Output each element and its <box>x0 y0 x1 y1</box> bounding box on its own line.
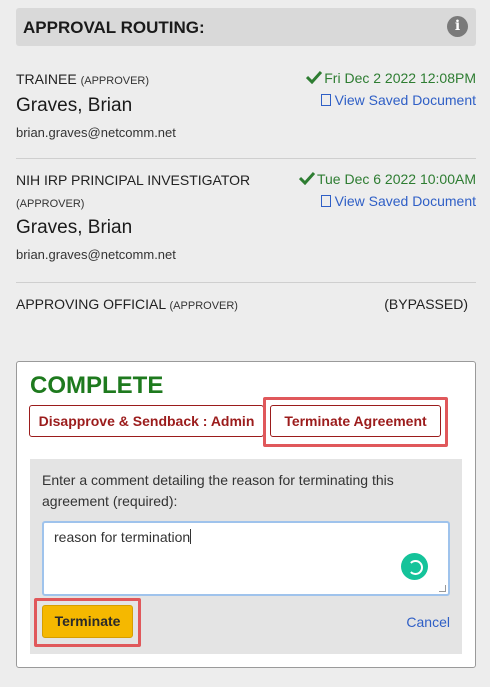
approval-date: Tue Dec 6 2022 10:00AM <box>298 169 476 189</box>
approver-role-tag: (APPROVER) <box>16 198 85 210</box>
approver-name: Graves, Brian <box>16 217 133 238</box>
view-saved-document-link[interactable]: View Saved Document <box>306 92 476 108</box>
approver-role: NIH IRP PRINCIPAL INVESTIGATOR (APPROVER… <box>16 172 251 210</box>
terminate-button[interactable]: Terminate <box>42 605 133 638</box>
resize-handle[interactable] <box>439 585 446 592</box>
divider <box>16 282 476 283</box>
checkmark-icon <box>306 70 323 84</box>
view-saved-document-link[interactable]: View Saved Document <box>299 193 476 209</box>
cancel-link[interactable]: Cancel <box>406 614 450 630</box>
approver-role-tag: (APPROVER) <box>169 300 238 312</box>
bypassed-status: (BYPASSED) <box>384 296 468 312</box>
approver-email: brian.graves@netcomm.net <box>16 125 176 140</box>
disapprove-sendback-button[interactable]: Disapprove & Sendback : Admin <box>29 405 264 437</box>
text-caret <box>190 529 192 544</box>
comment-prompt: Enter a comment detailing the reason for… <box>42 472 394 509</box>
terminate-agreement-button[interactable]: Terminate Agreement <box>270 405 441 437</box>
approver-principal-investigator: NIH IRP PRINCIPAL INVESTIGATOR (APPROVER… <box>16 169 476 262</box>
complete-status-title: COMPLETE <box>30 372 164 399</box>
checkmark-icon <box>298 171 315 185</box>
document-icon <box>320 195 331 207</box>
comment-text: reason for termination <box>54 529 191 545</box>
approver-trainee: TRAINEE (APPROVER) Graves, Brian brian.g… <box>16 68 476 140</box>
termination-comment-textarea[interactable]: reason for termination <box>42 521 450 596</box>
approver-role-tag: (APPROVER) <box>80 75 150 87</box>
grammar-assistant-icon[interactable] <box>401 553 428 580</box>
header-title: APPROVAL ROUTING: <box>23 18 205 37</box>
approver-approving-official: APPROVING OFFICIAL (APPROVER) (BYPASSED) <box>16 293 476 317</box>
divider <box>16 158 476 159</box>
document-icon <box>320 94 331 106</box>
approval-status: Tue Dec 6 2022 10:00AM View Saved Docume… <box>298 169 476 209</box>
termination-form: Enter a comment detailing the reason for… <box>30 459 462 654</box>
approval-status: Fri Dec 2 2022 12:08PM View Saved Docume… <box>306 68 476 108</box>
approval-date: Fri Dec 2 2022 12:08PM <box>306 68 476 88</box>
approval-routing-header: APPROVAL ROUTING: i <box>16 8 476 46</box>
action-panel: COMPLETE Disapprove & Sendback : Admin T… <box>16 361 476 668</box>
info-icon[interactable]: i <box>447 16 468 37</box>
approver-email: brian.graves@netcomm.net <box>16 247 176 262</box>
